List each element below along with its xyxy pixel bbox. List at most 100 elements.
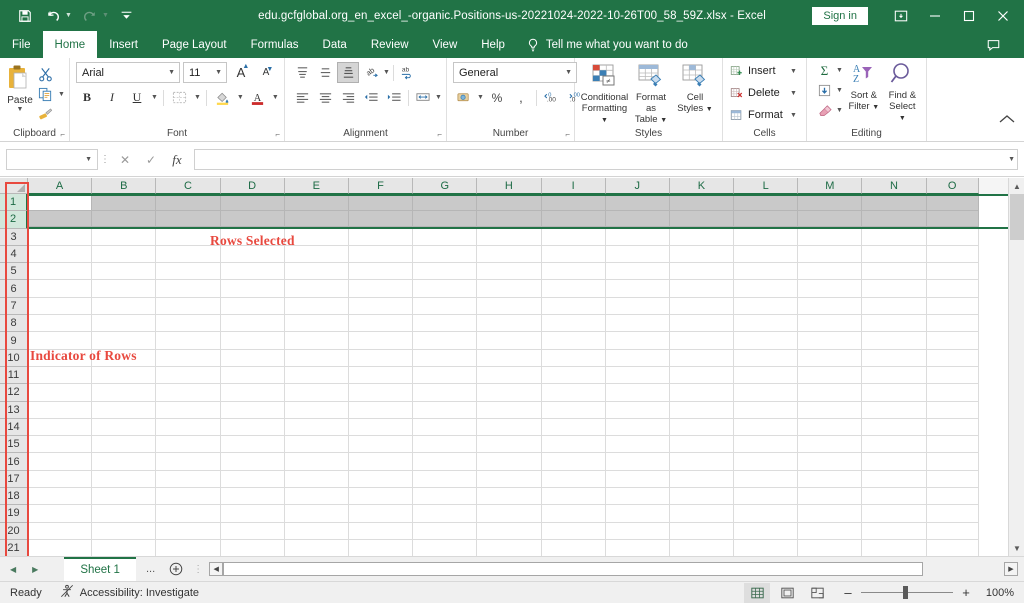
bold-button[interactable]: B bbox=[76, 87, 98, 108]
cell-I3[interactable] bbox=[541, 228, 606, 246]
copy-dropdown-caret[interactable]: ▼ bbox=[58, 91, 65, 98]
close-icon[interactable] bbox=[986, 0, 1020, 31]
cell-D12[interactable] bbox=[220, 384, 285, 402]
column-header-H[interactable]: H bbox=[477, 178, 542, 194]
table-row[interactable] bbox=[28, 349, 1008, 367]
table-row[interactable] bbox=[28, 505, 1008, 523]
cell-C21[interactable] bbox=[156, 539, 221, 556]
spreadsheet-grid[interactable]: ABCDEFGHIJKLMNO 1 2 3 4 5 6 7 8 9 10 11 12 13 14 15 16 1… bbox=[0, 178, 1024, 556]
cell-G1[interactable] bbox=[413, 196, 478, 212]
row-header-21[interactable]: 21 bbox=[0, 539, 28, 556]
cell-K3[interactable] bbox=[669, 228, 735, 246]
cell-I16[interactable] bbox=[541, 453, 606, 471]
orientation-icon[interactable]: ab bbox=[360, 62, 382, 83]
previous-sheet-arrow-icon[interactable]: ◀ bbox=[10, 565, 16, 574]
cell-G11[interactable] bbox=[413, 366, 478, 385]
column-header-O[interactable]: O bbox=[926, 178, 979, 194]
autosum-dropdown-caret[interactable]: ▼ bbox=[836, 67, 843, 74]
row-header-12[interactable]: 12 bbox=[0, 384, 28, 402]
sheet-bar-grip[interactable]: ⋮ bbox=[187, 564, 209, 575]
cell-F8[interactable] bbox=[348, 315, 414, 333]
cell-A7[interactable] bbox=[28, 297, 93, 316]
borders-dropdown-caret[interactable]: ▼ bbox=[194, 94, 201, 101]
cell-N9[interactable] bbox=[862, 332, 927, 350]
cell-B11[interactable] bbox=[92, 366, 157, 385]
column-header-L[interactable]: L bbox=[734, 178, 799, 194]
cell-E8[interactable] bbox=[284, 315, 349, 333]
cell-G5[interactable] bbox=[413, 263, 478, 281]
cell-G6[interactable] bbox=[413, 280, 478, 298]
cell-A17[interactable] bbox=[28, 470, 93, 489]
cell-I8[interactable] bbox=[541, 315, 606, 333]
cell-G21[interactable] bbox=[413, 539, 478, 556]
tab-insert[interactable]: Insert bbox=[97, 31, 150, 58]
table-row[interactable] bbox=[28, 488, 1008, 506]
cell-D21[interactable] bbox=[220, 539, 285, 556]
tab-review[interactable]: Review bbox=[359, 31, 421, 58]
cell-K14[interactable] bbox=[669, 418, 735, 437]
cell-H13[interactable] bbox=[477, 401, 542, 419]
cell-E20[interactable] bbox=[284, 522, 349, 540]
column-header-I[interactable]: I bbox=[541, 178, 606, 194]
italic-button[interactable]: I bbox=[101, 87, 123, 108]
cell-B4[interactable] bbox=[92, 245, 157, 264]
clear-icon[interactable] bbox=[813, 100, 835, 121]
cell-F12[interactable] bbox=[348, 384, 414, 402]
cell-C5[interactable] bbox=[156, 263, 221, 281]
cell-F5[interactable] bbox=[348, 263, 414, 281]
zoom-out-button[interactable]: – bbox=[842, 585, 854, 600]
cell-K4[interactable] bbox=[669, 245, 735, 264]
cell-O10[interactable] bbox=[926, 349, 979, 367]
cell-K13[interactable] bbox=[669, 401, 735, 419]
cell-I13[interactable] bbox=[541, 401, 606, 419]
cell-I1[interactable] bbox=[541, 196, 606, 212]
fill-icon[interactable] bbox=[813, 80, 835, 101]
cell-K9[interactable] bbox=[669, 332, 735, 350]
cell-I15[interactable] bbox=[541, 436, 606, 454]
merge-dropdown-caret[interactable]: ▼ bbox=[435, 94, 442, 101]
cell-B6[interactable] bbox=[92, 280, 157, 298]
cell-F21[interactable] bbox=[348, 539, 414, 556]
cell-M6[interactable] bbox=[798, 280, 863, 298]
cell-L20[interactable] bbox=[734, 522, 799, 540]
cell-D10[interactable] bbox=[220, 349, 285, 367]
cell-B13[interactable] bbox=[92, 401, 157, 419]
middle-align-icon[interactable] bbox=[314, 62, 336, 83]
row-header-20[interactable]: 20 bbox=[0, 522, 28, 540]
cell-B12[interactable] bbox=[92, 384, 157, 402]
cell-M15[interactable] bbox=[798, 436, 863, 454]
cell-C8[interactable] bbox=[156, 315, 221, 333]
cell-D2[interactable] bbox=[220, 211, 285, 227]
fill-button[interactable]: ▼ bbox=[813, 81, 843, 100]
cell-B7[interactable] bbox=[92, 297, 157, 316]
cell-N14[interactable] bbox=[862, 418, 927, 437]
cell-J16[interactable] bbox=[605, 453, 670, 471]
cell-H20[interactable] bbox=[477, 522, 542, 540]
cell-L6[interactable] bbox=[734, 280, 799, 298]
column-header-M[interactable]: M bbox=[798, 178, 863, 194]
cell-D16[interactable] bbox=[220, 453, 285, 471]
table-row[interactable] bbox=[28, 315, 1008, 333]
cell-I4[interactable] bbox=[541, 245, 606, 264]
cell-H18[interactable] bbox=[477, 488, 542, 506]
cell-O15[interactable] bbox=[926, 436, 979, 454]
fill-dropdown-caret[interactable]: ▼ bbox=[836, 87, 843, 94]
cell-E6[interactable] bbox=[284, 280, 349, 298]
cell-A21[interactable] bbox=[28, 539, 93, 556]
cell-E15[interactable] bbox=[284, 436, 349, 454]
font-size-combo[interactable]: 11 ▼ bbox=[183, 62, 227, 83]
cell-B3[interactable] bbox=[92, 228, 157, 246]
cell-E1[interactable] bbox=[284, 196, 349, 212]
cell-K16[interactable] bbox=[669, 453, 735, 471]
cell-H14[interactable] bbox=[477, 418, 542, 437]
cell-D17[interactable] bbox=[220, 470, 285, 489]
cell-O6[interactable] bbox=[926, 280, 979, 298]
format-painter-icon[interactable] bbox=[34, 104, 56, 125]
cell-I11[interactable] bbox=[541, 366, 606, 385]
cut-icon[interactable] bbox=[34, 64, 56, 85]
table-row[interactable] bbox=[28, 245, 1008, 264]
cell-M11[interactable] bbox=[798, 366, 863, 385]
cell-G16[interactable] bbox=[413, 453, 478, 471]
cell-A6[interactable] bbox=[28, 280, 93, 298]
delete-dropdown-caret[interactable]: ▼ bbox=[790, 90, 797, 97]
